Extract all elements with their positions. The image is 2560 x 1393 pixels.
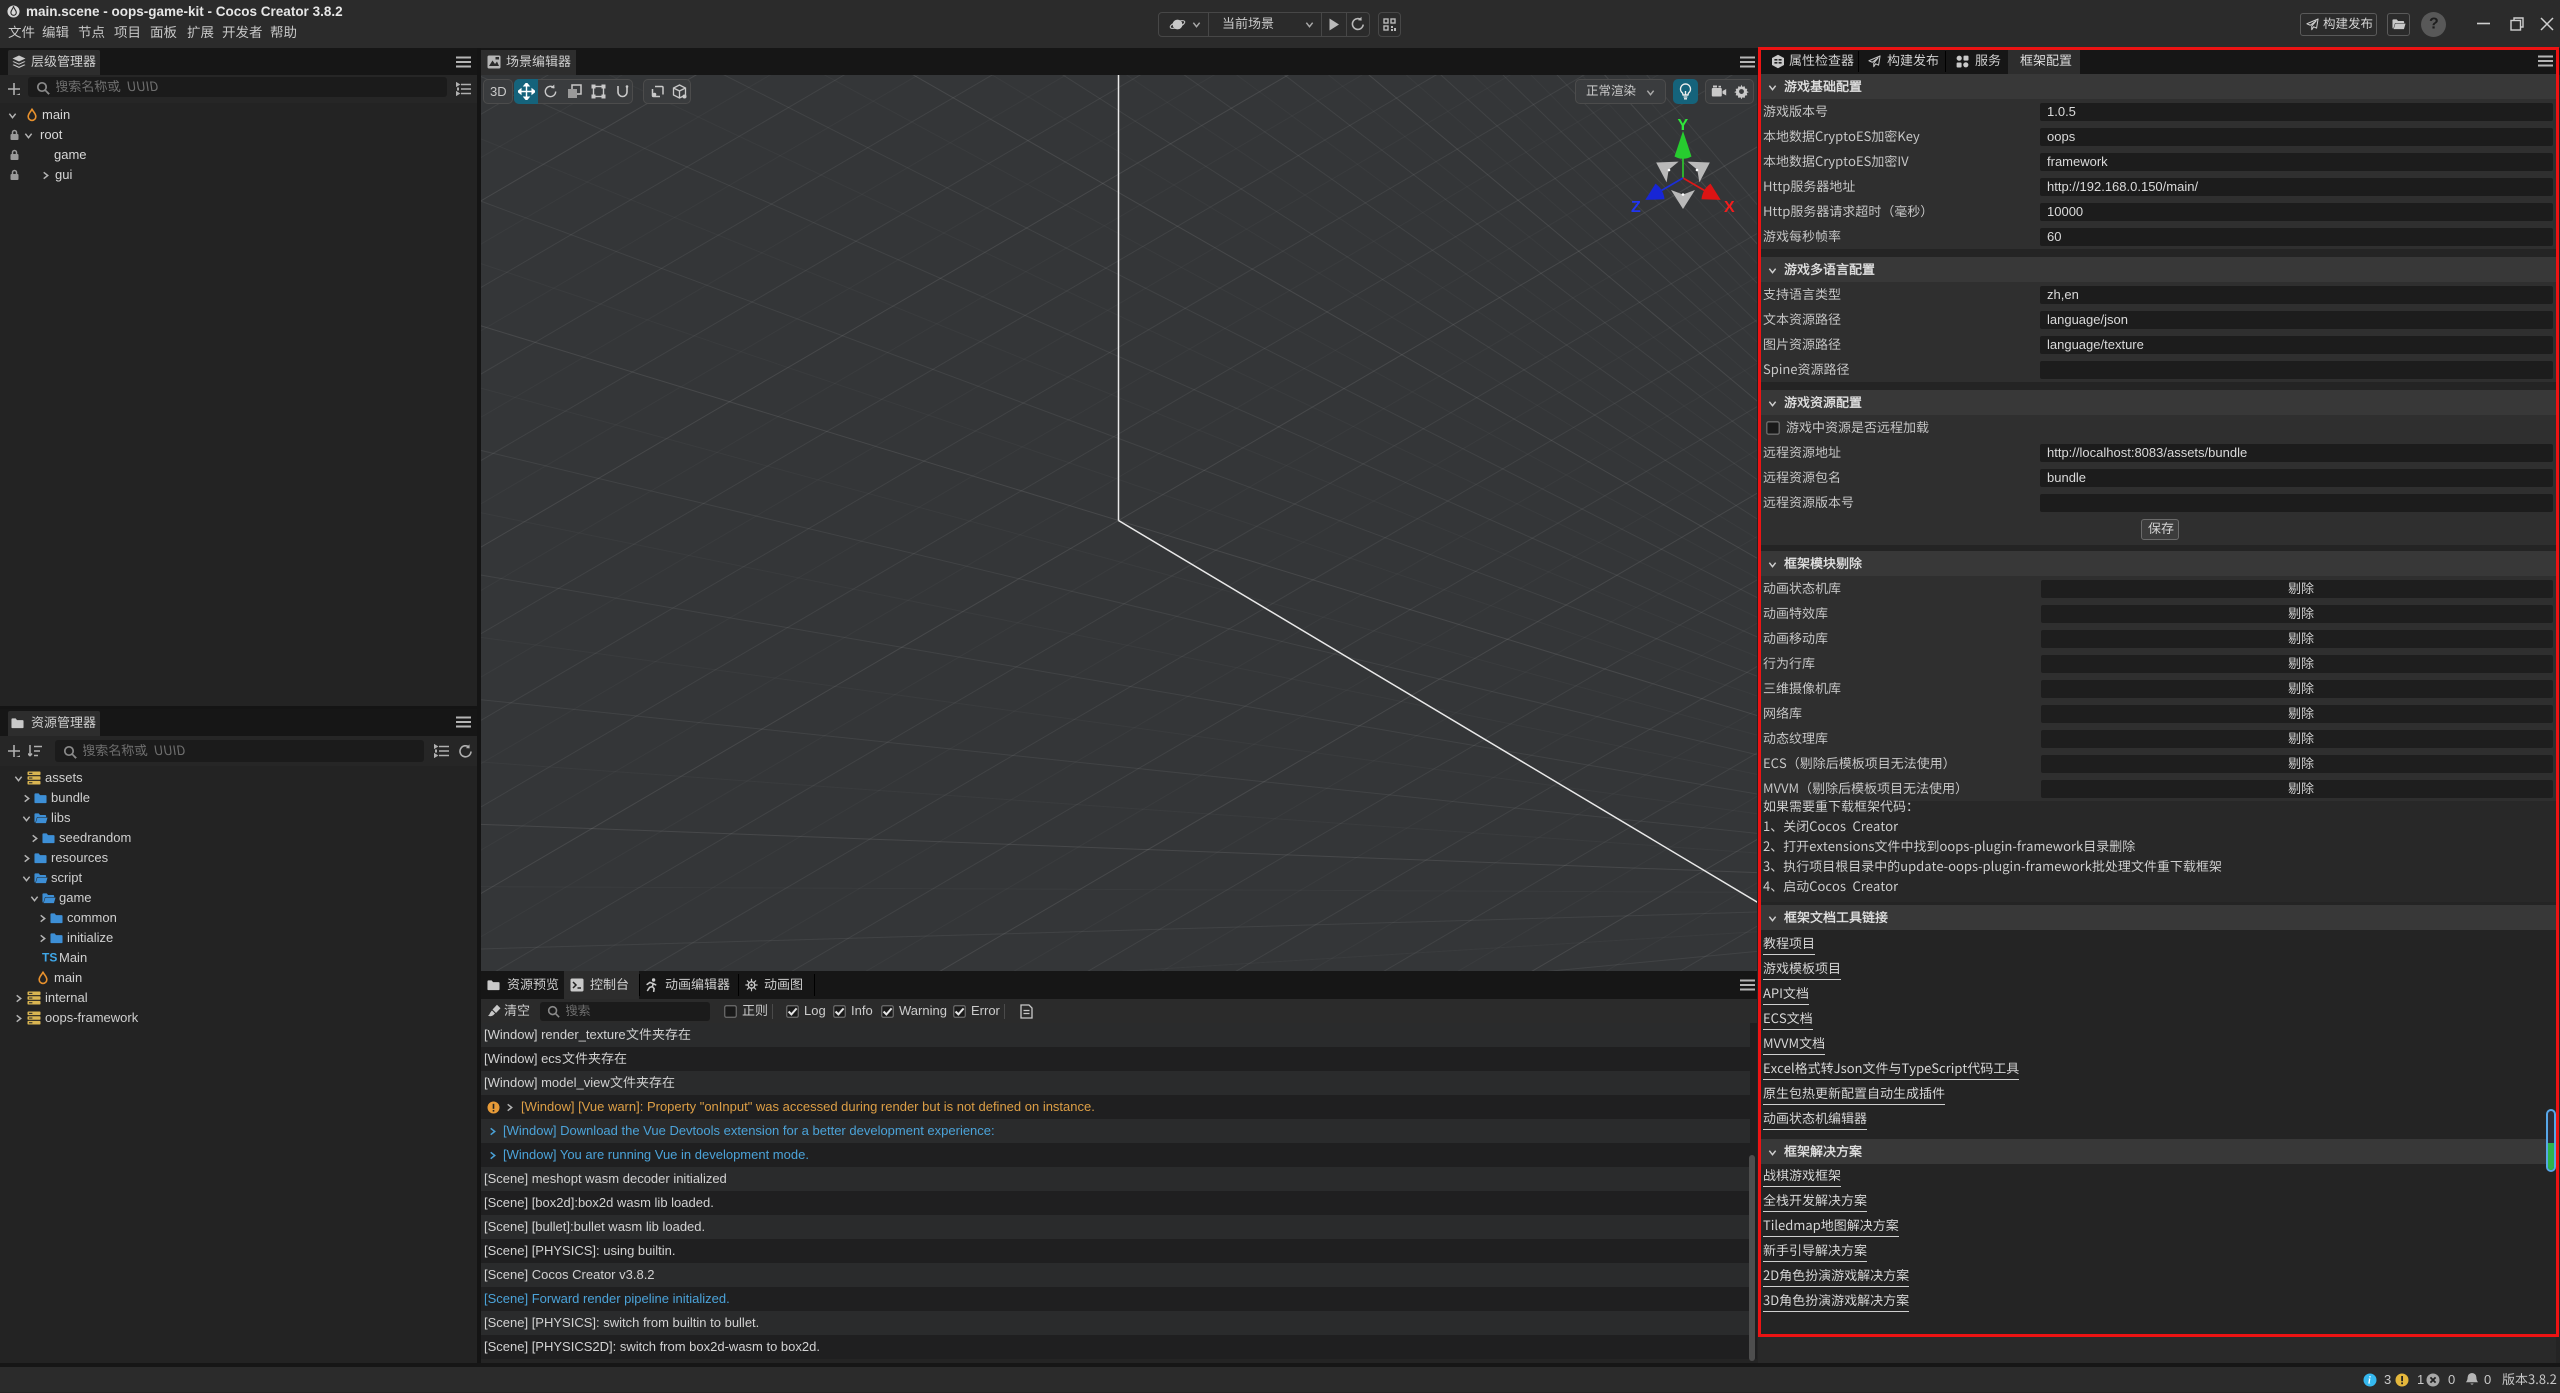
svg-text:i: i bbox=[2368, 1376, 2371, 1387]
svg-text:Z: Z bbox=[1631, 199, 1641, 216]
svg-text:Y: Y bbox=[1677, 117, 1688, 134]
svg-text:X: X bbox=[1724, 199, 1735, 216]
